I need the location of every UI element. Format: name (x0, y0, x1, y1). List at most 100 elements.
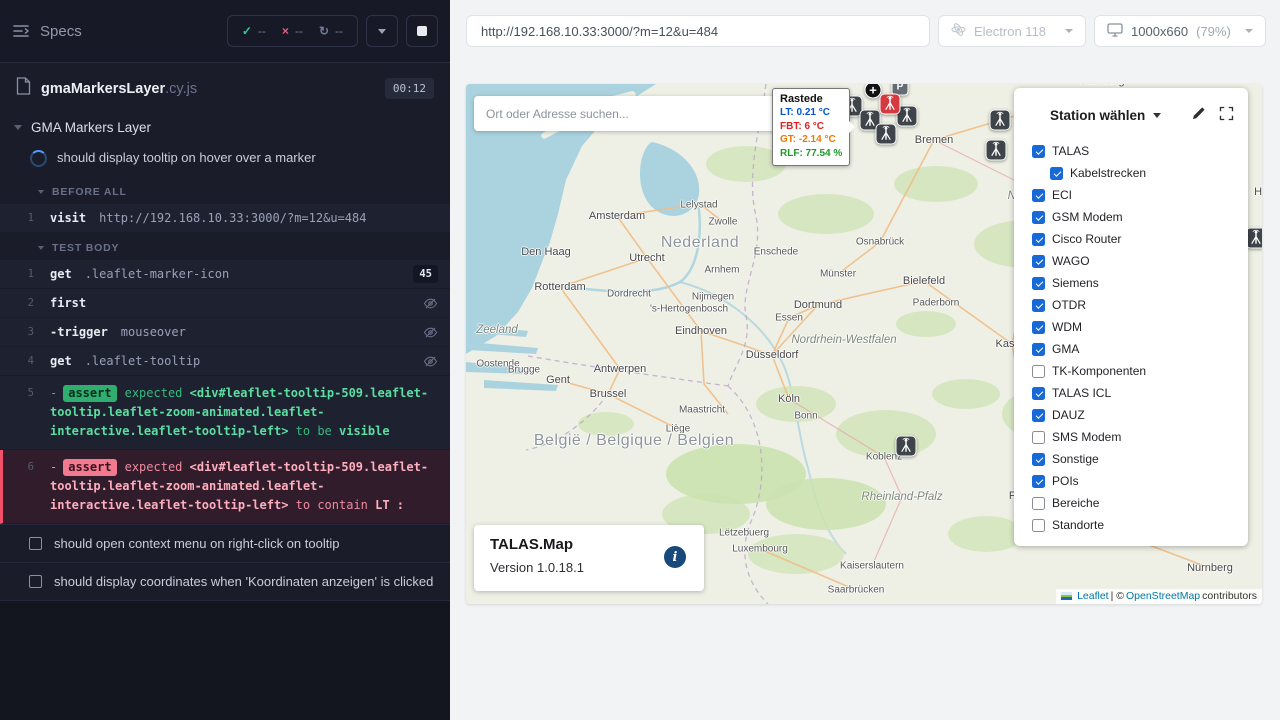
info-icon[interactable]: i (664, 546, 686, 568)
collapse-preferences-button[interactable] (366, 15, 398, 47)
checkbox-icon (1050, 167, 1063, 180)
station-marker-active-icon[interactable] (880, 94, 901, 115)
layer-label: Kabelstrecken (1070, 166, 1146, 180)
layer-checkbox-cisco-router[interactable]: Cisco Router (1032, 228, 1240, 250)
map-place-label: 's-Hertogenbosch (650, 304, 728, 315)
command-message: get.leaflet-tooltip (50, 347, 423, 375)
station-marker-icon[interactable] (896, 436, 917, 457)
search-placeholder: Ort oder Adresse suchen... (486, 107, 629, 121)
layer-label: SMS Modem (1052, 430, 1121, 444)
checkbox-icon (1032, 189, 1045, 202)
collapse-caret-icon (14, 125, 22, 130)
suite-title: GMA Markers Layer (31, 120, 151, 135)
section-label: BEFORE ALL (52, 186, 127, 198)
layer-checkbox-talas[interactable]: TALAS (1032, 140, 1240, 162)
specs-menu-icon[interactable] (12, 23, 30, 39)
leaflet-map[interactable]: GroningenHamburgBremenNiedersachsenHanno… (466, 84, 1262, 604)
layer-checkbox-standorte[interactable]: Standorte (1032, 514, 1240, 536)
layer-checkbox-talas-icl[interactable]: TALAS ICL (1032, 382, 1240, 404)
command-log: BEFORE ALL 1visithttp://192.168.10.33:300… (0, 177, 450, 524)
layer-label: GSM Modem (1052, 210, 1123, 224)
station-marker-icon[interactable] (986, 140, 1007, 161)
layer-checkbox-otdr[interactable]: OTDR (1032, 294, 1240, 316)
map-place-label: Bonn (794, 411, 817, 422)
layer-checkbox-eci[interactable]: ECI (1032, 184, 1240, 206)
marker-tooltip[interactable]: Rastede LT: 0.21 °CFBT: 6 °CGT: -2.14 °C… (772, 88, 850, 166)
layer-label: ECI (1052, 188, 1072, 202)
map-place-label: Arnhem (704, 265, 739, 276)
station-select[interactable]: Station wählen (1050, 108, 1145, 123)
checkbox-icon (1032, 277, 1045, 290)
test-item[interactable]: should display coordinates when 'Koordin… (0, 562, 450, 600)
layer-checkbox-list: TALAS Kabelstrecken ECI GSM Modem Cisco Rout… (1014, 138, 1248, 544)
layer-checkbox-siemens[interactable]: Siemens (1032, 272, 1240, 294)
command-section: TEST BODY1get.leaflet-marker-icon452firs… (0, 233, 450, 524)
expand-fullscreen-icon[interactable] (1219, 106, 1234, 126)
tooltip-row: FBT: 6 °C (780, 120, 842, 134)
viewport-icon (1107, 23, 1123, 40)
command-assert-failed[interactable]: 6-assertexpected <div#leaflet-tooltip-50… (0, 450, 450, 524)
layer-checkbox-bereiche[interactable]: Bereiche (1032, 492, 1240, 514)
layer-label: DAUZ (1052, 408, 1085, 422)
osm-link[interactable]: OpenStreetMap (1126, 590, 1200, 602)
command-first[interactable]: 2first (0, 289, 450, 318)
cross-icon: × (282, 24, 289, 38)
map-place-label: Saarbrücken (828, 585, 885, 596)
leaflet-link[interactable]: Leaflet (1077, 590, 1109, 602)
layer-checkbox-sonstige[interactable]: Sonstige (1032, 448, 1240, 470)
command-message: -triggermouseover (50, 318, 423, 346)
tooltip-row: LT: 0.21 °C (780, 106, 842, 120)
url-bar[interactable]: http://192.168.10.33:3000/?m=12&u=484 (466, 15, 930, 47)
layer-checkbox-dauz[interactable]: DAUZ (1032, 404, 1240, 426)
station-marker-icon[interactable] (990, 110, 1011, 131)
map-place-label: België / Belgique / Belgien (534, 432, 734, 450)
checkbox-icon (1032, 387, 1045, 400)
map-place-label: Nijmegen (692, 292, 734, 303)
hidden-eye-icon (423, 325, 438, 340)
stop-tests-button[interactable] (406, 15, 438, 47)
active-test-row[interactable]: should display tooltip on hover over a m… (0, 145, 450, 177)
spec-file-row[interactable]: gmaMarkersLayer.cy.js 00:12 (0, 63, 450, 110)
test-state-icon (29, 537, 42, 550)
layer-checkbox-kabelstrecken[interactable]: Kabelstrecken (1032, 162, 1240, 184)
layer-checkbox-pois[interactable]: POIs (1032, 470, 1240, 492)
edit-pencil-icon[interactable] (1191, 105, 1207, 126)
test-title: should display tooltip on hover over a m… (57, 149, 316, 166)
running-spinner-icon (30, 150, 47, 167)
reporter-header: Specs ✓--×--↻-- (0, 0, 450, 63)
station-marker-icon[interactable] (876, 124, 897, 145)
layer-checkbox-tk-komponenten[interactable]: TK-Komponenten (1032, 360, 1240, 382)
layer-checkbox-wago[interactable]: WAGO (1032, 250, 1240, 272)
browser-select[interactable]: Electron 118 (938, 15, 1086, 47)
checkbox-icon (1032, 233, 1045, 246)
map-place-label: Kaiserslautern (840, 561, 904, 572)
layer-checkbox-sms-modem[interactable]: SMS Modem (1032, 426, 1240, 448)
section-header[interactable]: TEST BODY (0, 233, 450, 260)
leaflet-flag-icon (1061, 592, 1072, 600)
map-search-input[interactable]: Ort oder Adresse suchen... (474, 96, 780, 131)
command-method: -trigger (50, 325, 108, 339)
command-message: visithttp://192.168.10.33:3000/?m=12&u=4… (50, 204, 450, 232)
stat-value: -- (258, 24, 266, 38)
test-item[interactable]: should open context menu on right-click … (0, 524, 450, 562)
command-assert-passed[interactable]: 5-assertexpected <div#leaflet-tooltip-50… (0, 376, 450, 450)
command-get[interactable]: 4get.leaflet-tooltip (0, 347, 450, 376)
command-trigger[interactable]: 3-triggermouseover (0, 318, 450, 347)
layer-checkbox-gma[interactable]: GMA (1032, 338, 1240, 360)
spec-timer: 00:12 (385, 78, 434, 99)
checkbox-icon (1032, 321, 1045, 334)
viewport-select[interactable]: 1000x660 (79%) (1094, 15, 1266, 47)
layer-checkbox-wdm[interactable]: WDM (1032, 316, 1240, 338)
command-visit[interactable]: 1visithttp://192.168.10.33:3000/?m=12&u=… (0, 204, 450, 233)
map-place-label: Hannover (1254, 186, 1262, 198)
map-place-label: Essen (775, 313, 803, 324)
tooltip-title: Rastede (780, 93, 842, 105)
spec-name: gmaMarkersLayer.cy.js (41, 81, 197, 97)
section-header[interactable]: BEFORE ALL (0, 177, 450, 204)
command-section: BEFORE ALL 1visithttp://192.168.10.33:300… (0, 177, 450, 233)
chevron-down-icon[interactable] (1153, 113, 1161, 118)
suite-row[interactable]: GMA Markers Layer (0, 110, 450, 145)
map-place-label: Maastricht (679, 405, 725, 416)
command-get[interactable]: 1get.leaflet-marker-icon45 (0, 260, 450, 289)
layer-checkbox-gsm-modem[interactable]: GSM Modem (1032, 206, 1240, 228)
